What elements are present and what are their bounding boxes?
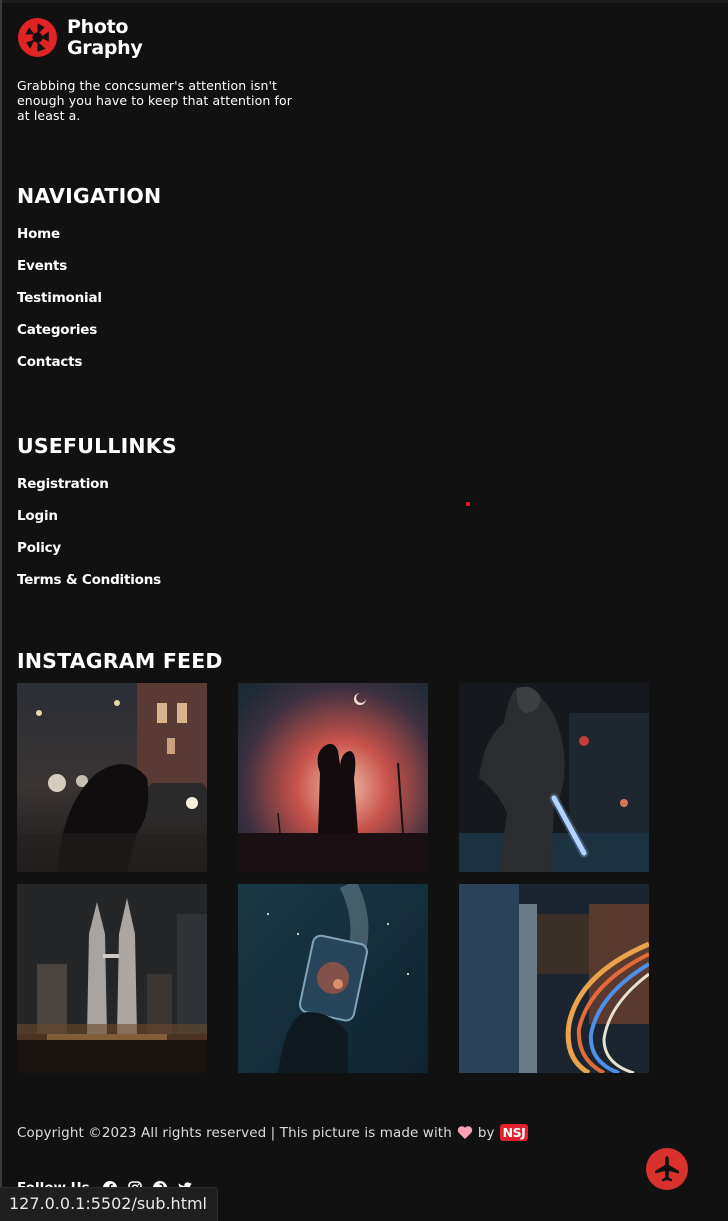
instagram-tile-galaxy-jar[interactable] bbox=[238, 884, 428, 1073]
nav-link-testimonial[interactable]: Testimonial bbox=[17, 289, 102, 321]
link-terms-conditions[interactable]: Terms & Conditions bbox=[17, 571, 161, 603]
useful-links-heading: USEFULLINKS bbox=[17, 434, 177, 458]
nav-link-events[interactable]: Events bbox=[17, 257, 102, 289]
useful-links-list: Registration Login Policy Terms & Condit… bbox=[17, 475, 161, 603]
fighter-jet-icon bbox=[655, 1156, 679, 1182]
link-login[interactable]: Login bbox=[17, 507, 161, 539]
instagram-tile-night-street[interactable] bbox=[17, 683, 207, 872]
by-text: by bbox=[477, 1124, 495, 1141]
heart-icon bbox=[457, 1126, 473, 1139]
link-policy[interactable]: Policy bbox=[17, 539, 161, 571]
link-registration[interactable]: Registration bbox=[17, 475, 161, 507]
logo-wordmark: Photo Graphy bbox=[67, 17, 143, 59]
instagram-heading: INSTAGRAM FEED bbox=[17, 649, 223, 673]
instagram-tile-hooded-figure[interactable] bbox=[459, 683, 649, 872]
instagram-feed-grid bbox=[17, 683, 657, 1073]
nav-link-contacts[interactable]: Contacts bbox=[17, 353, 102, 385]
aperture-logo-icon bbox=[18, 18, 57, 57]
hooded-figure-photo bbox=[459, 683, 649, 872]
window-top-edge bbox=[0, 0, 728, 3]
instagram-tile-city-towers[interactable] bbox=[17, 884, 207, 1073]
night-street-photo bbox=[17, 683, 207, 872]
browser-status-url: 127.0.0.1:5502/sub.html bbox=[0, 1187, 218, 1221]
logo-line-2: Graphy bbox=[67, 37, 143, 59]
back-to-top-button[interactable] bbox=[646, 1148, 688, 1190]
site-logo[interactable]: Photo Graphy bbox=[17, 17, 143, 59]
brand-tagline: Grabbing the concsumer's attention isn't… bbox=[17, 78, 292, 123]
nav-link-home[interactable]: Home bbox=[17, 225, 102, 257]
light-trails-photo bbox=[459, 884, 649, 1073]
nav-link-categories[interactable]: Categories bbox=[17, 321, 102, 353]
logo-line-1: Photo bbox=[67, 16, 129, 38]
copyright-line: Copyright ©2023 All rights reserved | Th… bbox=[17, 1124, 529, 1141]
navigation-list: Home Events Testimonial Categories Conta… bbox=[17, 225, 102, 385]
navigation-heading: NAVIGATION bbox=[17, 184, 162, 208]
copyright-text: Copyright ©2023 All rights reserved | Th… bbox=[17, 1124, 452, 1141]
instagram-tile-light-trails[interactable] bbox=[459, 884, 649, 1073]
author-badge[interactable]: NSJ bbox=[499, 1124, 529, 1141]
galaxy-jar-photo bbox=[238, 884, 428, 1073]
window-left-edge bbox=[0, 0, 2, 1220]
city-towers-photo bbox=[17, 884, 207, 1073]
instagram-tile-couple[interactable] bbox=[238, 683, 428, 872]
cursor-dot bbox=[466, 502, 470, 506]
couple-silhouette-photo bbox=[238, 683, 428, 872]
